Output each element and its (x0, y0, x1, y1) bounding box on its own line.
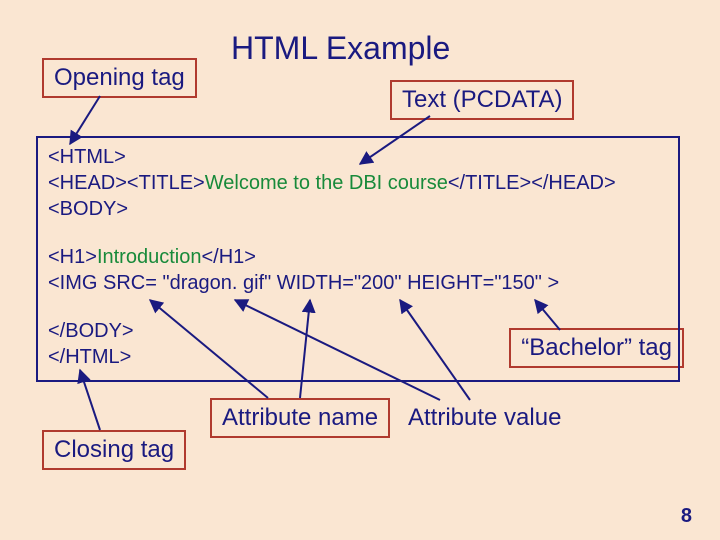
code-pcdata: Welcome to the DBI course (205, 172, 448, 194)
code-pcdata: Introduction (97, 246, 202, 268)
label-attribute-value: Attribute value (398, 400, 571, 436)
code-text: <HTML> <HEAD><TITLE> (48, 146, 205, 194)
label-attribute-name: Attribute name (210, 398, 390, 438)
label-pcdata: Text (PCDATA) (390, 80, 574, 120)
label-opening-tag: Opening tag (42, 58, 197, 98)
label-closing-tag: Closing tag (42, 430, 186, 470)
slide-title: HTML Example (231, 30, 450, 67)
code-example: <HTML> <HEAD><TITLE>Welcome to the DBI c… (36, 136, 680, 382)
code-text: <H1> (48, 246, 97, 268)
code-text: </BODY> </HTML> (48, 320, 134, 368)
page-number: 8 (681, 505, 692, 528)
